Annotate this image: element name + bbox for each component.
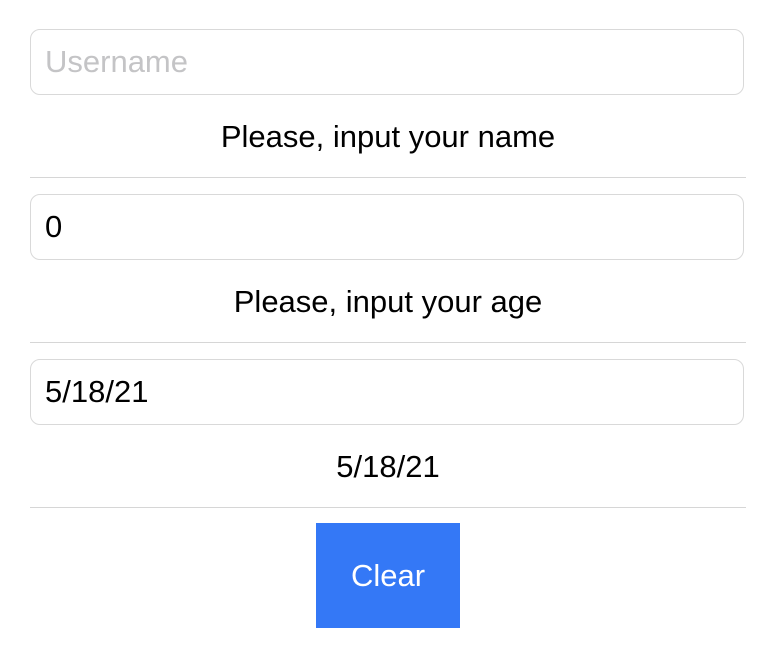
divider xyxy=(30,342,746,343)
age-caption: Please, input your age xyxy=(233,284,543,319)
date-caption: 5/18/21 xyxy=(336,449,440,484)
age-input[interactable] xyxy=(30,194,744,260)
user-form: Please, input your name Please, input yo… xyxy=(0,0,776,660)
username-input[interactable] xyxy=(30,29,744,95)
clear-button[interactable]: Clear xyxy=(316,523,460,628)
divider xyxy=(30,177,746,178)
username-caption: Please, input your name xyxy=(220,119,556,154)
divider xyxy=(30,507,746,508)
date-input[interactable] xyxy=(30,359,744,425)
